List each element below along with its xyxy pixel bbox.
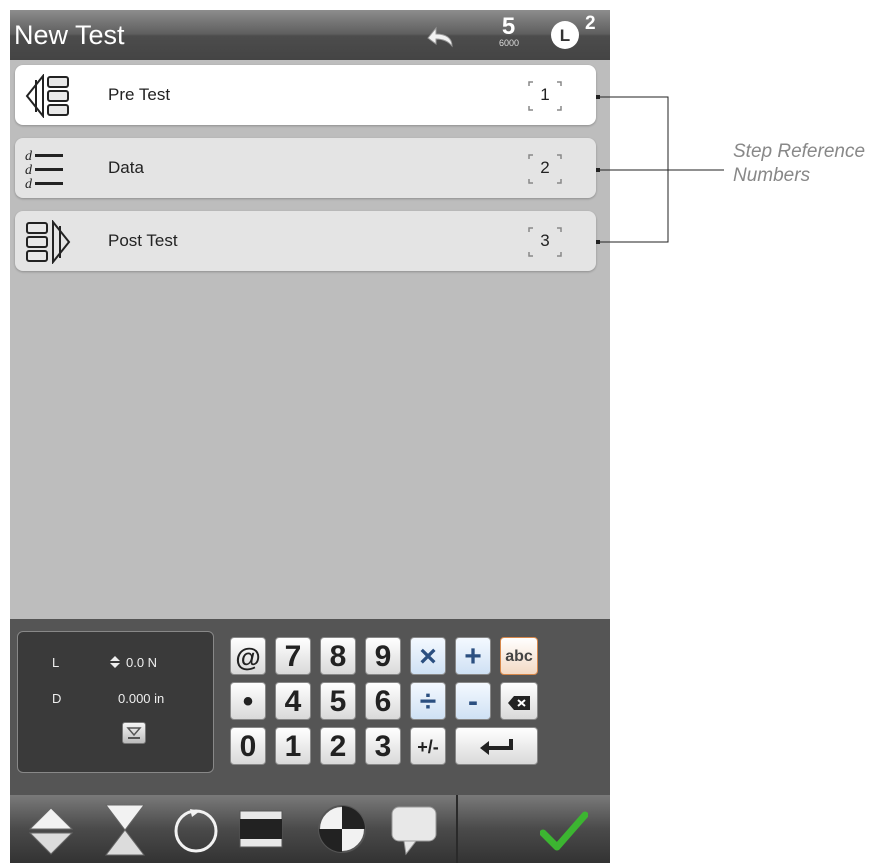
annotation-label: Step Reference Numbers xyxy=(733,141,866,186)
annotation-bracket xyxy=(596,95,724,244)
